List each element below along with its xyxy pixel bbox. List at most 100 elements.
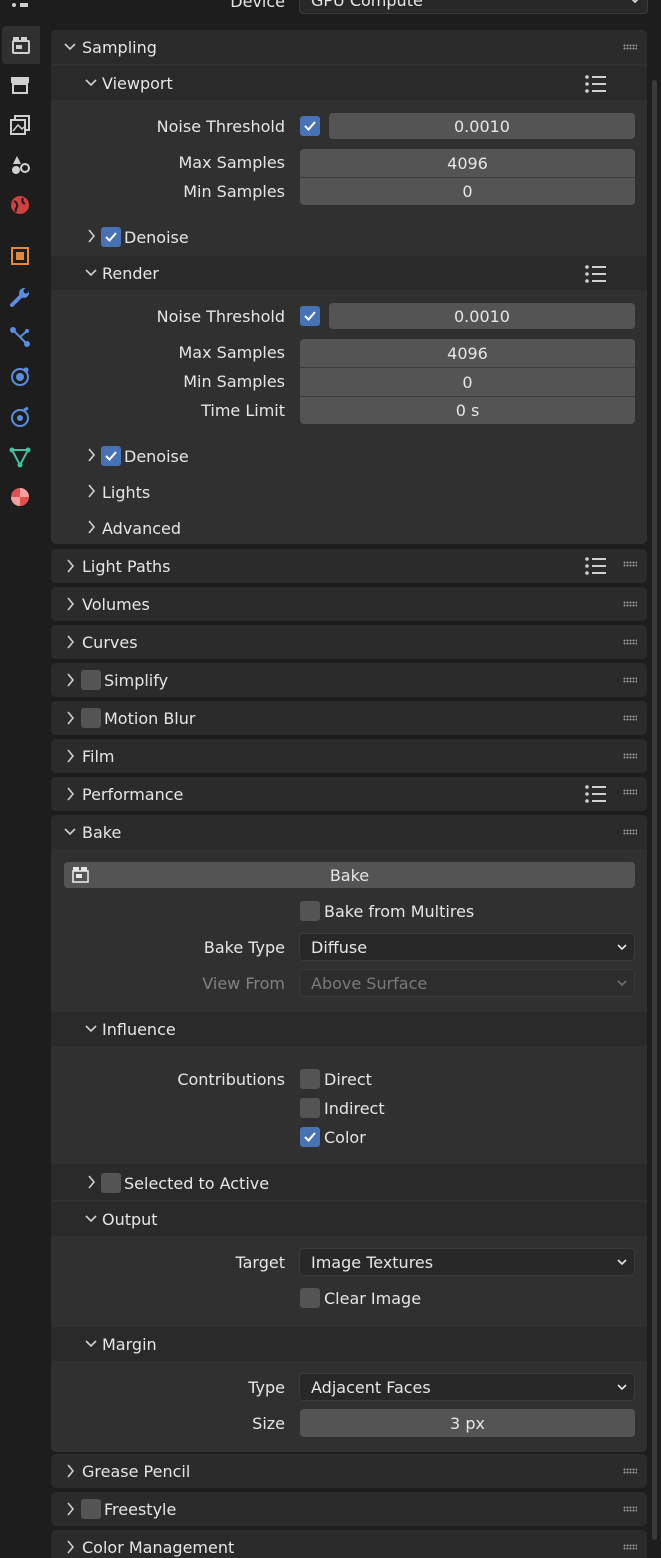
viewport-noise-threshold-field[interactable]: 0.0010 [329, 113, 635, 139]
particles-icon[interactable] [8, 325, 32, 349]
grease-pencil-panel-header[interactable]: Grease Pencil [51, 1454, 647, 1488]
motion-blur-checkbox[interactable] [81, 708, 101, 728]
render-title: Render [102, 264, 159, 283]
render-icon[interactable] [2, 26, 40, 64]
performance-title: Performance [82, 785, 184, 804]
chevron-right-icon [67, 559, 75, 573]
advanced-subpanel-header[interactable]: Advanced [102, 519, 181, 538]
render-noise-threshold-field[interactable]: 0.0010 [329, 303, 635, 329]
object-icon[interactable] [8, 244, 32, 268]
performance-panel-header[interactable]: Performance [51, 777, 647, 811]
freestyle-panel-header[interactable]: Freestyle [51, 1492, 647, 1526]
bake-button[interactable]: Bake [64, 862, 635, 888]
target-dropdown[interactable]: Image Textures [299, 1248, 635, 1276]
drag-handle-icon[interactable] [623, 639, 637, 645]
volumes-panel-header[interactable]: Volumes [51, 587, 647, 621]
viewport-noise-threshold-checkbox[interactable] [300, 116, 320, 136]
film-panel-header[interactable]: Film [51, 739, 647, 773]
render-noise-threshold-checkbox[interactable] [300, 306, 320, 326]
target-value: Image Textures [311, 1252, 434, 1272]
direct-checkbox[interactable] [300, 1069, 320, 1089]
drag-handle-icon[interactable] [623, 829, 637, 835]
physics-icon[interactable] [8, 365, 32, 389]
sampling-header[interactable]: Sampling [51, 30, 647, 64]
influence-title: Influence [102, 1020, 176, 1039]
viewport-min-samples-field[interactable]: 0 [300, 177, 635, 205]
viewport-denoise-label: Denoise [124, 228, 189, 247]
viewport-denoise-checkbox[interactable] [101, 227, 121, 247]
render-icon [72, 867, 89, 883]
constraints-icon[interactable] [8, 405, 32, 429]
bake-type-value: Diffuse [311, 937, 368, 957]
chevron-down-icon [617, 980, 627, 987]
color-checkbox[interactable] [300, 1127, 320, 1147]
chevron-down-icon [631, 0, 639, 4]
render-denoise-checkbox[interactable] [101, 446, 121, 466]
curves-panel-header[interactable]: Curves [51, 625, 647, 659]
drag-handle-icon[interactable] [623, 44, 637, 50]
chevron-down-icon [85, 1340, 97, 1348]
drag-handle-icon[interactable] [623, 753, 637, 759]
drag-handle-icon[interactable] [623, 1506, 637, 1512]
presets-list-icon[interactable] [585, 785, 607, 803]
viewport-noise-threshold-label: Noise Threshold [156, 117, 285, 136]
chevron-down-icon [85, 269, 97, 277]
chevron-right-icon [67, 749, 75, 763]
color-management-panel-header[interactable]: Color Management [51, 1530, 647, 1558]
render-min-samples-label: Min Samples [183, 372, 285, 391]
motion-blur-panel-header[interactable]: Motion Blur [51, 701, 647, 735]
tool-icon[interactable] [10, 0, 30, 7]
margin-type-dropdown[interactable]: Adjacent Faces [299, 1373, 635, 1401]
chevron-down-icon [85, 1215, 97, 1223]
render-time-limit-label: Time Limit [201, 401, 285, 420]
bake-button-label: Bake [329, 865, 370, 885]
drag-handle-icon[interactable] [623, 715, 637, 721]
selected-to-active-checkbox[interactable] [101, 1173, 121, 1193]
render-min-samples-field[interactable]: 0 [300, 367, 635, 396]
drag-handle-icon[interactable] [623, 601, 637, 607]
chevron-right-icon [88, 484, 96, 498]
drag-handle-icon[interactable] [623, 789, 637, 795]
bake-title: Bake [82, 823, 122, 842]
clear-image-checkbox[interactable] [300, 1288, 320, 1308]
render-max-samples-value: 4096 [447, 343, 488, 363]
data-icon[interactable] [8, 445, 32, 469]
lights-subpanel-header[interactable]: Lights [102, 483, 150, 502]
presets-list-icon[interactable] [585, 265, 607, 283]
simplify-checkbox[interactable] [81, 670, 101, 690]
freestyle-checkbox[interactable] [81, 1499, 101, 1519]
view-from-label: View From [202, 974, 285, 993]
drag-handle-icon[interactable] [623, 1468, 637, 1474]
bake-panel-header[interactable]: Bake [51, 815, 647, 849]
curves-title: Curves [82, 633, 138, 652]
viewport-max-samples-field[interactable]: 4096 [300, 149, 635, 177]
scene-icon[interactable] [8, 153, 32, 177]
light-paths-panel-header[interactable]: Light Paths [51, 549, 647, 583]
presets-list-icon[interactable] [585, 75, 607, 93]
checkmark-icon [105, 451, 117, 461]
direct-label: Direct [324, 1070, 372, 1089]
margin-size-field[interactable]: 3 px [300, 1409, 635, 1437]
render-time-limit-field[interactable]: 0 s [300, 396, 635, 424]
scrollbar[interactable] [652, 80, 657, 1540]
motion-blur-title: Motion Blur [104, 709, 196, 728]
bake-type-dropdown[interactable]: Diffuse [299, 933, 635, 961]
render-max-samples-field[interactable]: 4096 [300, 339, 635, 367]
modifier-icon[interactable] [8, 285, 32, 309]
drag-handle-icon[interactable] [623, 677, 637, 683]
indirect-checkbox[interactable] [300, 1098, 320, 1118]
device-dropdown[interactable]: GPU Compute [299, 0, 648, 14]
checkmark-icon [105, 232, 117, 242]
device-value: GPU Compute [311, 0, 423, 10]
view-layer-icon[interactable] [8, 113, 32, 137]
bake-from-multires-checkbox[interactable] [300, 901, 320, 921]
viewport-min-samples-value: 0 [462, 182, 473, 201]
simplify-panel-header[interactable]: Simplify [51, 663, 647, 697]
world-icon[interactable] [8, 193, 32, 217]
drag-handle-icon[interactable] [623, 1544, 637, 1550]
drag-handle-icon[interactable] [623, 561, 637, 567]
light-paths-title: Light Paths [82, 557, 171, 576]
presets-list-icon[interactable] [585, 557, 607, 575]
output-icon[interactable] [8, 73, 32, 97]
material-icon[interactable] [8, 485, 32, 509]
